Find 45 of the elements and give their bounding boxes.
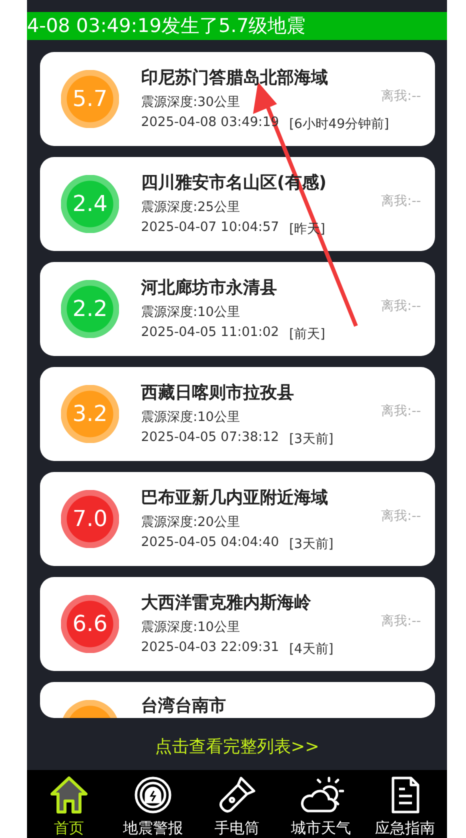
quake-location: 台湾台南市 — [141, 695, 227, 717]
quake-location: 巴布亚新几内亚附近海域 — [141, 486, 329, 508]
quake-time: 2025-04-07 10:04:57 — [141, 220, 280, 236]
distance-label: 离我:-- — [381, 88, 421, 105]
nav-tab[interactable]: 首页 — [27, 770, 111, 838]
nav-tab[interactable]: 应急指南 — [363, 770, 447, 838]
quake-depth: 震源深度:20公里 — [141, 514, 241, 530]
time-ago: [3天前] — [289, 536, 334, 552]
flashlight-icon — [217, 775, 257, 815]
quake-time: 2025-04-05 04:04:40 — [141, 534, 280, 552]
nav-tab[interactable]: 手电筒 — [195, 770, 279, 838]
time-ago: [6小时49分钟前] — [289, 116, 390, 132]
magnitude-badge: 3.2 — [61, 385, 119, 443]
quake-depth: 震源深度:10公里 — [141, 618, 241, 636]
alert-banner: 4-08 03:49:19发生了5.7级地震 — [27, 12, 447, 40]
full-list-link[interactable]: 点击查看完整列表>> — [154, 734, 320, 758]
magnitude-badge: 2.4 — [61, 175, 119, 233]
quake-depth: 震源深度:30公里 — [141, 94, 241, 110]
distance-label: 离我:-- — [381, 508, 421, 525]
magnitude-badge: 2.2 — [61, 280, 119, 338]
quake-location: 大西洋雷克雅内斯海岭 — [141, 592, 312, 614]
quake-depth: 震源深度:10公里 — [141, 304, 241, 320]
quake-depth: 震源深度:10公里 — [141, 408, 241, 426]
home-icon — [49, 775, 89, 815]
nav-tab[interactable]: 地震警报 — [111, 770, 195, 838]
distance-label: 离我:-- — [381, 193, 421, 210]
magnitude-badge: 5.7 — [61, 70, 119, 128]
distance-label: 离我:-- — [381, 403, 421, 420]
distance-label: 离我:-- — [381, 613, 421, 630]
alarm-icon — [133, 775, 173, 815]
quake-location: 印尼苏门答腊岛北部海域 — [141, 66, 329, 88]
quake-time: 2025-04-03 22:09:31 — [141, 640, 280, 656]
distance-label: 离我:-- — [381, 298, 421, 315]
magnitude-badge: 6.6 — [61, 595, 119, 653]
nav-tab[interactable]: 城市天气 — [279, 770, 363, 838]
time-ago: [3天前] — [289, 430, 334, 448]
weather-icon — [298, 775, 344, 815]
quake-time: 2025-04-05 11:01:02 — [141, 324, 280, 342]
quake-depth: 震源深度:25公里 — [141, 198, 241, 216]
magnitude-badge: 7.0 — [61, 490, 119, 548]
quake-location: 河北廊坊市永清县 — [141, 276, 278, 298]
quake-location: 西藏日喀则市拉孜县 — [141, 382, 295, 404]
time-ago: [4天前] — [289, 640, 334, 658]
quake-time: 2025-04-05 07:38:12 — [141, 430, 280, 446]
time-ago: [前天] — [289, 326, 326, 342]
